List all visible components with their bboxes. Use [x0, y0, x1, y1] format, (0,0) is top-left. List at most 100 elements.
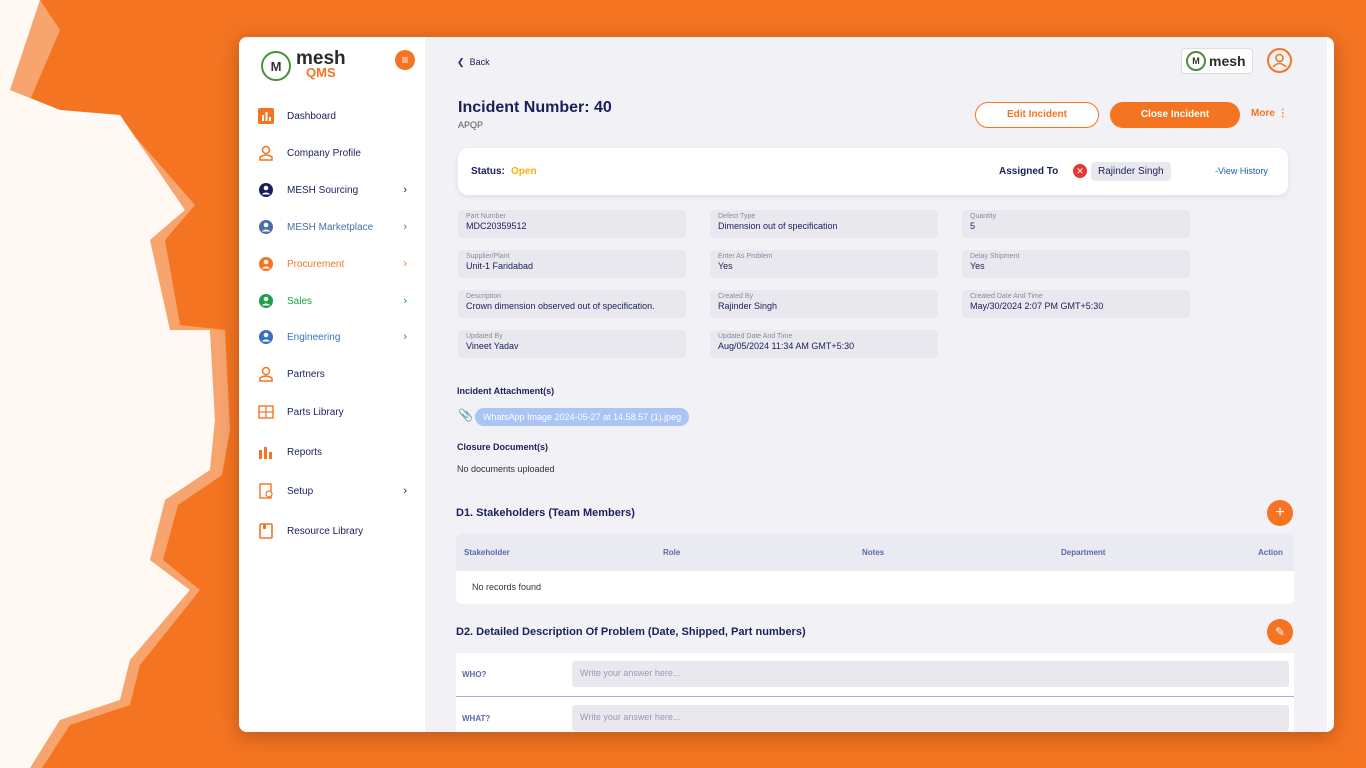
mesh-qms-logo[interactable]: M mesh QMS: [261, 49, 346, 81]
what-label: WHAT?: [462, 714, 491, 723]
mesh-logo-icon: M: [1186, 51, 1206, 71]
field-label: Supplier/Plant: [466, 253, 510, 260]
field-value: Dimension out of specification: [718, 221, 838, 231]
field-label: Enter As Problem: [718, 253, 773, 260]
book-icon: [257, 522, 275, 540]
chevron-right-icon: ›: [403, 485, 407, 497]
field-value: Aug/05/2024 11:34 AM GMT+5:30: [718, 341, 855, 351]
sidebar-item[interactable]: Procurement ›: [257, 252, 417, 276]
partners-icon: [257, 365, 275, 383]
back-link[interactable]: ❮ Back: [457, 57, 490, 68]
main-content: ❮ Back Mmesh Incident Number: 40 APQP Ed…: [425, 37, 1327, 732]
attachments-heading: Incident Attachment(s): [457, 386, 555, 396]
what-input[interactable]: Write your answer here...: [572, 705, 1289, 731]
column-header: Action: [1258, 548, 1283, 557]
sidebar-item-label: Partners: [287, 368, 325, 380]
column-header: Notes: [862, 548, 885, 557]
edit-icon: ✎: [1274, 625, 1286, 639]
column-header: Role: [663, 548, 681, 557]
detail-field: Created By Rajinder Singh: [710, 290, 938, 318]
sidebar-item[interactable]: MESH Sourcing ›: [257, 178, 417, 202]
setup-icon: [257, 482, 275, 500]
closure-empty-text: No documents uploaded: [457, 464, 555, 474]
sidebar-item-label: Procurement: [287, 258, 345, 270]
user-circle-icon: [257, 181, 275, 199]
column-header: Stakeholder: [464, 548, 510, 557]
sidebar-item[interactable]: Company Profile: [257, 141, 417, 165]
sidebar-item[interactable]: Reports: [257, 440, 417, 464]
closure-heading: Closure Document(s): [457, 442, 549, 452]
sidebar: M mesh QMS ≡ Dashboard Company Profile MES…: [239, 37, 425, 732]
field-label: Delay Shipment: [970, 253, 1020, 260]
who-label: WHO?: [462, 670, 487, 679]
grid-icon: [257, 403, 275, 421]
sidebar-item-label: Company Profile: [287, 147, 361, 159]
sidebar-item[interactable]: Setup ›: [257, 479, 417, 503]
sidebar-item[interactable]: Partners: [257, 362, 417, 386]
field-label: Defect Type: [718, 213, 756, 220]
chevron-right-icon: ›: [403, 295, 407, 307]
bar-chart-icon: [257, 107, 275, 125]
status-card: Status: Open Assigned To ✕ Rajinder Sing…: [458, 148, 1288, 195]
chevron-right-icon: ›: [403, 184, 407, 196]
sidebar-item-label: Dashboard: [287, 110, 336, 122]
app-window: M mesh QMS ≡ Dashboard Company Profile MES…: [239, 37, 1334, 732]
field-value: Rajinder Singh: [718, 301, 778, 311]
assigned-to-label: Assigned To: [999, 166, 1059, 177]
field-value: May/30/2024 2:07 PM GMT+5:30: [970, 301, 1104, 311]
sidebar-item[interactable]: Dashboard: [257, 104, 417, 128]
user-circle-icon: [257, 328, 275, 346]
sidebar-item-label: Parts Library: [287, 406, 344, 418]
paperclip-icon: 📎: [458, 408, 473, 422]
d2-title: D2. Detailed Description Of Problem (Dat…: [456, 626, 806, 638]
detail-field: Updated By Vineet Yadav: [458, 330, 686, 358]
close-incident-button[interactable]: Close Incident: [1110, 102, 1240, 128]
sidebar-item[interactable]: Parts Library: [257, 400, 417, 424]
chevron-right-icon: ›: [403, 258, 407, 270]
brand-text: mesh: [1209, 53, 1246, 69]
table-header: Stakeholder Role Notes Department Action: [456, 534, 1294, 571]
back-label: Back: [469, 57, 490, 67]
qa-row-who: WHO? Write your answer here...: [456, 653, 1294, 697]
sidebar-item-label: Resource Library: [287, 525, 364, 537]
user-circle-icon: [257, 292, 275, 310]
detail-field: Updated Date And Time Aug/05/2024 11:34 A…: [710, 330, 938, 358]
sidebar-item[interactable]: MESH Marketplace ›: [257, 215, 417, 239]
view-history-link[interactable]: -View History: [1215, 166, 1268, 176]
kebab-icon: ⋮: [1277, 108, 1288, 119]
user-avatar-icon[interactable]: [1267, 48, 1292, 73]
chevron-right-icon: ›: [403, 331, 407, 343]
sidebar-item[interactable]: Sales ›: [257, 289, 417, 313]
detail-field: Created Date And Time May/30/2024 2:07 PM…: [962, 290, 1190, 318]
page-title: Incident Number: 40: [458, 99, 612, 116]
sidebar-item[interactable]: Resource Library: [257, 519, 417, 543]
detail-field: Enter As Problem Yes: [710, 250, 938, 278]
menu-toggle-icon[interactable]: ≡: [395, 50, 415, 70]
field-value: Yes: [970, 261, 985, 271]
remove-assignee-icon[interactable]: ✕: [1073, 164, 1087, 178]
detail-field: Delay Shipment Yes: [962, 250, 1190, 278]
add-stakeholder-button[interactable]: +: [1267, 500, 1293, 526]
d2-form: WHO? Write your answer here... WHAT? Wri…: [456, 653, 1294, 732]
field-value: Yes: [718, 261, 733, 271]
page-subtitle: APQP: [458, 120, 484, 130]
mesh-works-logo: Mmesh: [1181, 48, 1253, 74]
field-label: Description: [466, 293, 502, 300]
field-label: Quantity: [970, 213, 997, 220]
who-input[interactable]: Write your answer here...: [572, 661, 1289, 687]
sidebar-item-label: Reports: [287, 446, 323, 458]
sidebar-item[interactable]: Engineering ›: [257, 325, 417, 349]
detail-field: Description Crown dimension observed out …: [458, 290, 686, 318]
field-value: Vineet Yadav: [466, 341, 519, 351]
sidebar-item-label: Sales: [287, 295, 313, 307]
edit-incident-button[interactable]: Edit Incident: [975, 102, 1099, 128]
more-menu-button[interactable]: More ⋮: [1251, 108, 1288, 119]
detail-field: Supplier/Plant Unit-1 Faridabad: [458, 250, 686, 278]
attachment-chip[interactable]: WhatsApp Image 2024-05-27 at 14.58.57 (1…: [475, 408, 690, 426]
user-circle-icon: [257, 218, 275, 236]
field-label: Created By: [718, 293, 754, 300]
edit-d2-button[interactable]: ✎: [1267, 619, 1293, 645]
assignee-chip: Rajinder Singh: [1091, 162, 1171, 181]
field-label: Updated Date And Time: [718, 333, 793, 340]
detail-field: Defect Type Dimension out of specificatio…: [710, 210, 938, 238]
